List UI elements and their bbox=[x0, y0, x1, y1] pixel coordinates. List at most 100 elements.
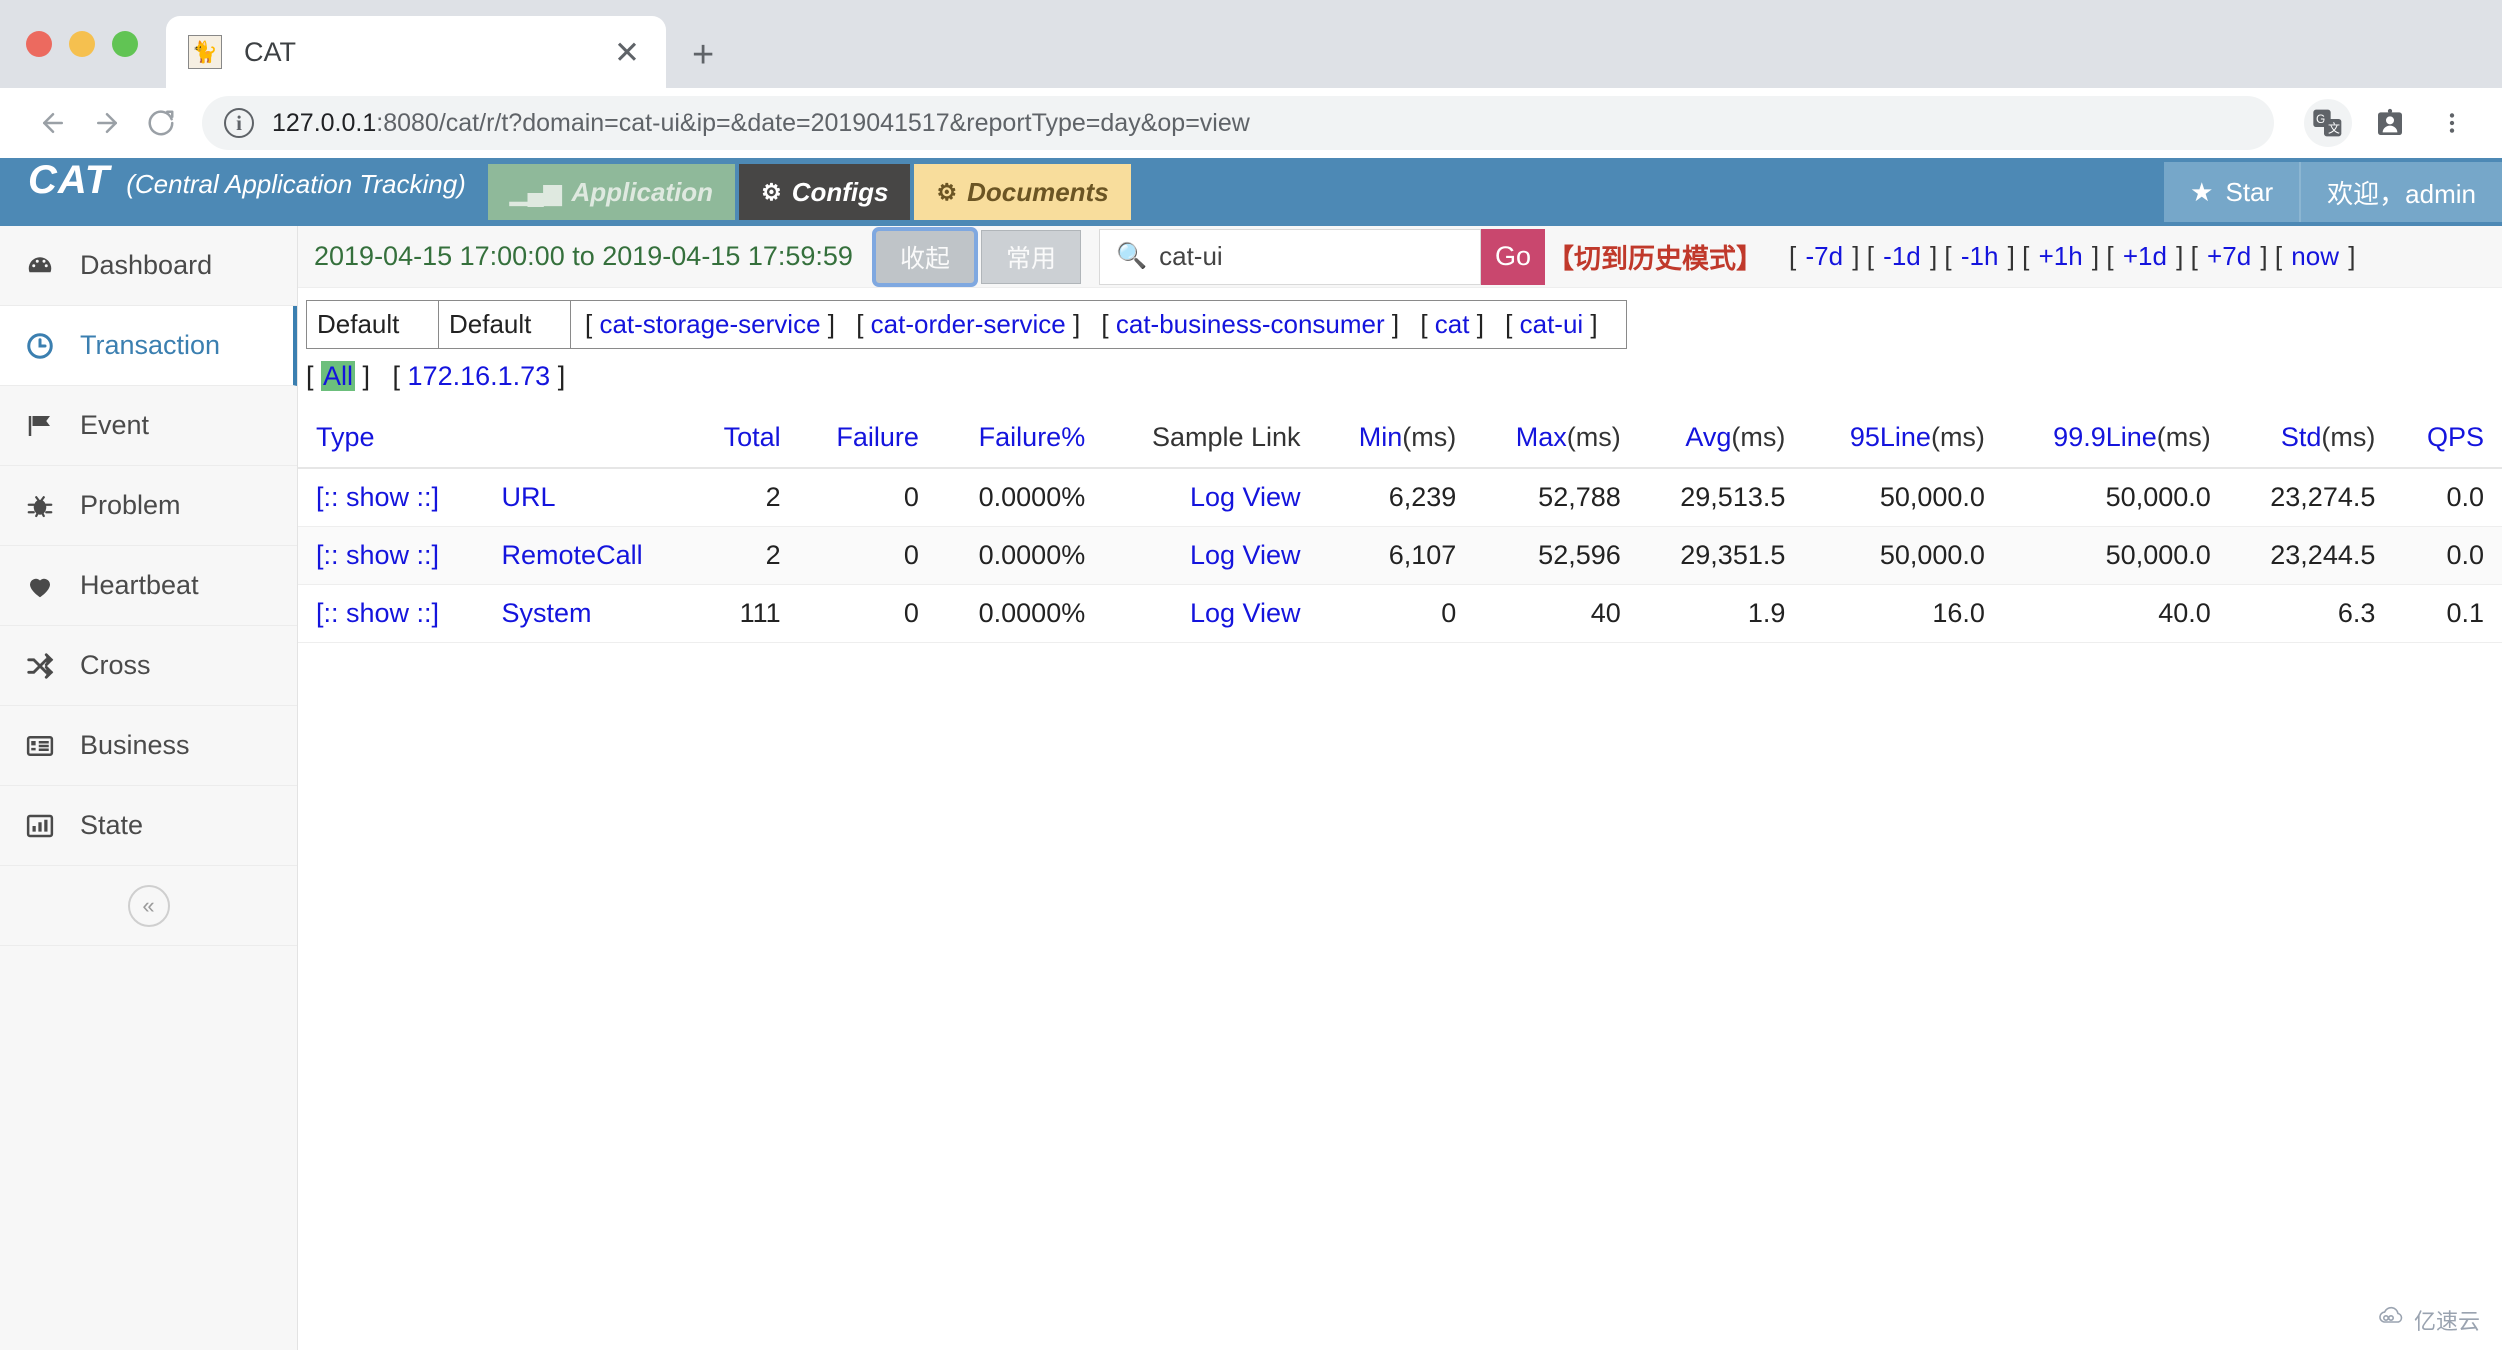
nav-tab-documents[interactable]: ⚙ Documents bbox=[914, 164, 1130, 220]
domain-link-cat-storage-service[interactable]: cat-storage-service bbox=[599, 309, 820, 339]
address-bar[interactable]: i 127.0.0.1:8080/cat/r/t?domain=cat-ui&i… bbox=[202, 96, 2274, 150]
domain-link-cat-order-service[interactable]: cat-order-service bbox=[871, 309, 1066, 339]
translate-icon[interactable]: GG文 bbox=[2304, 99, 2352, 147]
column-header-failure-pct[interactable]: Failure% bbox=[937, 412, 1103, 468]
search-box[interactable]: 🔍 bbox=[1099, 229, 1481, 285]
row-show-link[interactable]: [:: show ::] bbox=[316, 540, 439, 570]
go-button[interactable]: Go bbox=[1481, 229, 1545, 285]
column-header-999line[interactable]: 99.9Line(ms) bbox=[2003, 412, 2229, 468]
quick-range-minus1d[interactable]: -1d bbox=[1883, 241, 1921, 271]
window-minimize-button[interactable] bbox=[69, 31, 95, 57]
row-show-link[interactable]: [:: show ::] bbox=[316, 598, 439, 628]
row-type-cell[interactable]: System bbox=[484, 585, 691, 643]
column-header-failure-pct-label: Failure% bbox=[979, 422, 1086, 452]
sidebar-item-business[interactable]: Business bbox=[0, 706, 297, 786]
window-close-button[interactable] bbox=[26, 31, 52, 57]
table-row: [:: show ::] URL 2 0 0.0000% Log View 6,… bbox=[298, 468, 2502, 527]
quick-range-minus1h[interactable]: -1h bbox=[1961, 241, 1999, 271]
new-tab-button[interactable]: + bbox=[692, 36, 714, 74]
column-header-95line[interactable]: 95Line(ms) bbox=[1803, 412, 2003, 468]
quick-range-plus1h[interactable]: +1h bbox=[2039, 241, 2083, 271]
forward-arrow-icon[interactable] bbox=[80, 96, 134, 150]
row-type-link[interactable]: RemoteCall bbox=[502, 540, 643, 570]
history-mode-link[interactable]: 【切到历史模式】 bbox=[1547, 237, 1763, 276]
row-std: 6.3 bbox=[2229, 585, 2394, 643]
row-show-link[interactable]: [:: show ::] bbox=[316, 482, 439, 512]
quick-range-plus1d[interactable]: +1d bbox=[2123, 241, 2167, 271]
app-brand[interactable]: CAT (Central Application Tracking) bbox=[0, 158, 466, 226]
search-input[interactable] bbox=[1159, 241, 1480, 272]
ip-filter-address[interactable]: 172.16.1.73 bbox=[408, 361, 551, 391]
column-header-avg-label: Avg bbox=[1685, 422, 1731, 452]
row-type-cell[interactable]: RemoteCall bbox=[484, 527, 691, 585]
quick-range-now[interactable]: now bbox=[2291, 241, 2339, 271]
collapse-toggle-button[interactable]: 收起 bbox=[875, 230, 975, 284]
row-sample-link[interactable]: Log View bbox=[1190, 540, 1301, 570]
domain-link-wrap: [ cat ] bbox=[1420, 309, 1484, 339]
url-host: 127.0.0.1 bbox=[272, 109, 376, 137]
site-info-icon[interactable]: i bbox=[224, 108, 254, 138]
column-header-std-unit: (ms) bbox=[2321, 422, 2375, 452]
star-button[interactable]: ★ Star bbox=[2164, 162, 2299, 222]
row-show-toggle[interactable]: [:: show ::] bbox=[298, 468, 484, 527]
quick-range-minus7d[interactable]: -7d bbox=[1805, 241, 1843, 271]
row-type-link[interactable]: System bbox=[502, 598, 592, 628]
row-95line: 50,000.0 bbox=[1803, 468, 2003, 527]
watermark: 亿速云 bbox=[2376, 1304, 2480, 1336]
column-header-failure-label: Failure bbox=[836, 422, 919, 452]
row-sample-link[interactable]: Log View bbox=[1190, 482, 1301, 512]
sidebar: Dashboard Transaction Event Problem Hear… bbox=[0, 226, 298, 1350]
profile-icon[interactable] bbox=[2366, 99, 2414, 147]
nav-tab-configs[interactable]: ⚙ Configs bbox=[739, 164, 910, 220]
row-sample-link-cell[interactable]: Log View bbox=[1103, 468, 1318, 527]
row-max: 52,788 bbox=[1474, 468, 1638, 527]
gears-icon: ⚙ bbox=[761, 179, 782, 206]
menu-kebab-icon[interactable] bbox=[2428, 99, 2476, 147]
row-sample-link-cell[interactable]: Log View bbox=[1103, 585, 1318, 643]
column-header-min[interactable]: Min(ms) bbox=[1319, 412, 1475, 468]
domain-link-cat-ui[interactable]: cat-ui bbox=[1520, 309, 1584, 339]
sidebar-item-cross[interactable]: Cross bbox=[0, 626, 297, 706]
column-header-type[interactable]: Type bbox=[298, 412, 690, 468]
ip-filter-all[interactable]: All bbox=[321, 361, 355, 391]
sidebar-item-heartbeat[interactable]: Heartbeat bbox=[0, 546, 297, 626]
row-sample-link-cell[interactable]: Log View bbox=[1103, 527, 1318, 585]
row-show-toggle[interactable]: [:: show ::] bbox=[298, 585, 484, 643]
reload-icon[interactable] bbox=[134, 96, 188, 150]
double-chevron-left-icon[interactable]: « bbox=[128, 885, 170, 927]
heart-icon bbox=[22, 571, 58, 601]
column-header-failure[interactable]: Failure bbox=[799, 412, 937, 468]
common-button[interactable]: 常用 bbox=[981, 230, 1081, 284]
domain-subgroup-cell[interactable]: Default bbox=[439, 301, 571, 349]
sidebar-item-problem[interactable]: Problem bbox=[0, 466, 297, 546]
row-std: 23,274.5 bbox=[2229, 468, 2394, 527]
user-greeting[interactable]: 欢迎，admin bbox=[2301, 162, 2502, 222]
sidebar-item-dashboard[interactable]: Dashboard bbox=[0, 226, 297, 306]
column-header-std-label: Std bbox=[2281, 422, 2322, 452]
bug-icon bbox=[22, 491, 58, 521]
row-sample-link[interactable]: Log View bbox=[1190, 598, 1301, 628]
row-999line: 50,000.0 bbox=[2003, 527, 2229, 585]
column-header-qps[interactable]: QPS bbox=[2393, 412, 2502, 468]
window-maximize-button[interactable] bbox=[112, 31, 138, 57]
row-qps: 0.1 bbox=[2393, 585, 2502, 643]
row-type-link[interactable]: URL bbox=[502, 482, 556, 512]
row-show-toggle[interactable]: [:: show ::] bbox=[298, 527, 484, 585]
sidebar-item-transaction[interactable]: Transaction bbox=[0, 306, 297, 386]
column-header-total[interactable]: Total bbox=[690, 412, 799, 468]
sidebar-item-state[interactable]: State bbox=[0, 786, 297, 866]
back-arrow-icon[interactable] bbox=[26, 96, 80, 150]
sidebar-item-event[interactable]: Event bbox=[0, 386, 297, 466]
nav-tab-application[interactable]: ▁▄▆ Application bbox=[488, 164, 735, 220]
column-header-max[interactable]: Max(ms) bbox=[1474, 412, 1638, 468]
domain-link-cat[interactable]: cat bbox=[1435, 309, 1470, 339]
column-header-std[interactable]: Std(ms) bbox=[2229, 412, 2394, 468]
browser-tab[interactable]: 🐈 CAT ✕ bbox=[166, 16, 666, 88]
domain-group-cell[interactable]: Default bbox=[307, 301, 439, 349]
column-header-avg[interactable]: Avg(ms) bbox=[1639, 412, 1804, 468]
row-type-cell[interactable]: URL bbox=[484, 468, 691, 527]
close-icon[interactable]: ✕ bbox=[610, 37, 644, 68]
quick-range-plus7d[interactable]: +7d bbox=[2207, 241, 2251, 271]
domain-link-cat-business-consumer[interactable]: cat-business-consumer bbox=[1116, 309, 1385, 339]
date-range-label[interactable]: 2019-04-15 17:00:00 to 2019-04-15 17:59:… bbox=[314, 241, 853, 272]
